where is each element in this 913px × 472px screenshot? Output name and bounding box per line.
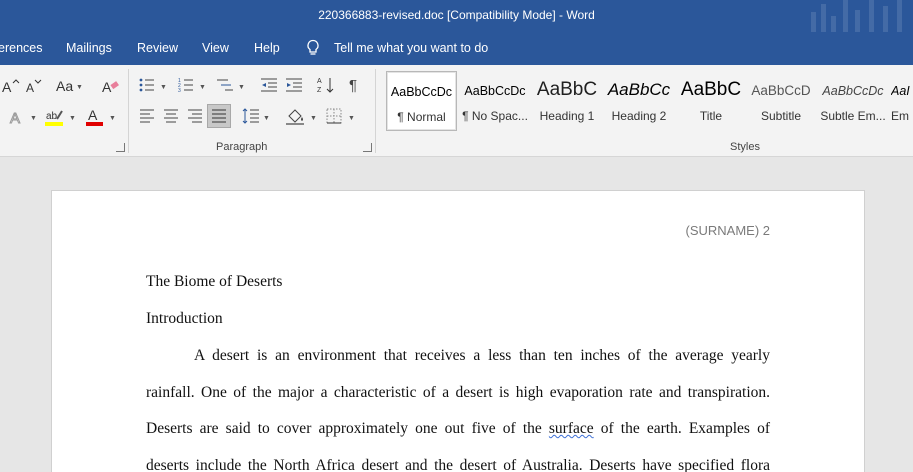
align-center-icon[interactable]: [163, 109, 179, 123]
body-text: of the earth. Examples of: [600, 420, 770, 437]
body-text: Deserts are said to cover approximately …: [146, 420, 542, 437]
style-name: Subtitle: [760, 109, 802, 123]
style-sample: AaBbCcD: [751, 83, 811, 98]
shrink-font-icon[interactable]: A: [26, 78, 42, 94]
ribbon: A A Aa ▼ A A ▼ ab ▼ A ▼ ▼ 1 2 3 ▼ ▼ A Z …: [0, 65, 913, 157]
style-normal[interactable]: AaBbCcDc ¶ Normal: [386, 71, 457, 131]
paragraph-dialog-launcher-icon[interactable]: [363, 143, 372, 152]
style-heading-2[interactable]: AaBbCc Heading 2: [603, 71, 675, 131]
chevron-down-icon[interactable]: ▼: [199, 84, 206, 91]
section-heading[interactable]: Introduction: [146, 310, 223, 328]
group-separator: [128, 69, 129, 153]
svg-text:A: A: [26, 81, 34, 94]
spelling-error-word[interactable]: surface: [549, 420, 594, 437]
styles-gallery: AaBbCcDc ¶ Normal AaBbCcDc ¶ No Spac... …: [384, 71, 913, 131]
chevron-down-icon[interactable]: ▼: [348, 115, 355, 122]
shading-icon[interactable]: [286, 107, 306, 125]
font-color-icon[interactable]: A: [86, 107, 104, 127]
show-formatting-marks-icon[interactable]: ¶: [349, 77, 357, 94]
chevron-down-icon[interactable]: ▼: [263, 115, 270, 122]
svg-text:A: A: [2, 79, 12, 94]
group-separator: [375, 69, 376, 153]
increase-indent-icon[interactable]: [285, 77, 303, 93]
style-subtle-emphasis[interactable]: AaBbCcDc Subtle Em...: [817, 71, 889, 131]
chevron-down-icon[interactable]: ▼: [69, 115, 76, 122]
svg-text:A: A: [317, 78, 322, 85]
style-name: Em: [891, 109, 909, 123]
style-title[interactable]: AaBbC Title: [675, 71, 747, 131]
tab-references[interactable]: erences: [0, 41, 42, 55]
document-title[interactable]: The Biome of Deserts: [146, 273, 282, 291]
styles-group-label: Styles: [730, 141, 760, 153]
chevron-down-icon[interactable]: ▼: [109, 115, 116, 122]
title-bar-decoration: [803, 0, 913, 32]
sort-icon[interactable]: AZ: [317, 76, 335, 94]
chevron-down-icon[interactable]: ▼: [238, 84, 245, 91]
style-name: ¶ No Spac...: [462, 109, 528, 123]
change-case-icon[interactable]: Aa: [56, 78, 73, 94]
tab-mailings[interactable]: Mailings: [66, 41, 112, 55]
body-line[interactable]: Deserts are said to cover approximately …: [146, 420, 770, 438]
style-sample: AaBbCcDc: [464, 84, 526, 98]
style-sample: AaBbCcDc: [390, 85, 453, 99]
font-dialog-launcher-icon[interactable]: [116, 143, 125, 152]
grow-font-icon[interactable]: A: [2, 78, 20, 94]
svg-text:3: 3: [178, 88, 181, 93]
window-title: 220366883-revised.doc [Compatibility Mod…: [318, 8, 595, 22]
highlighter-icon[interactable]: ab: [45, 107, 65, 127]
tab-view[interactable]: View: [202, 41, 229, 55]
line-spacing-icon[interactable]: [242, 108, 260, 124]
numbering-icon[interactable]: 123: [178, 77, 194, 93]
style-subtitle[interactable]: AaBbCcD Subtitle: [747, 71, 815, 131]
bullets-icon[interactable]: [139, 77, 155, 93]
style-emphasis[interactable]: AaI Em: [891, 71, 913, 131]
svg-text:A: A: [10, 110, 20, 126]
svg-text:ab: ab: [46, 111, 58, 122]
style-name: Heading 1: [539, 109, 595, 123]
body-line[interactable]: A desert is an environment that receives…: [146, 347, 770, 365]
align-right-icon[interactable]: [187, 109, 203, 123]
chevron-down-icon[interactable]: ▼: [310, 115, 317, 122]
svg-text:Z: Z: [317, 87, 322, 94]
style-sample: AaI: [891, 84, 910, 98]
chevron-down-icon[interactable]: ▼: [160, 84, 167, 91]
body-line[interactable]: deserts include the North Africa desert …: [146, 457, 770, 472]
lightbulb-icon[interactable]: [306, 39, 320, 57]
multilevel-list-icon[interactable]: [216, 77, 234, 93]
style-no-spacing[interactable]: AaBbCcDc ¶ No Spac...: [459, 71, 531, 131]
document-canvas[interactable]: (SURNAME) 2 The Biome of Deserts Introdu…: [0, 158, 913, 472]
style-sample: AaBbCcDc: [822, 84, 884, 98]
justify-icon: [212, 109, 226, 123]
text-effects-icon[interactable]: A: [8, 108, 26, 127]
title-bar: 220366883-revised.doc [Compatibility Mod…: [0, 0, 913, 32]
style-name: Heading 2: [611, 109, 667, 123]
style-name: ¶ Normal: [397, 110, 446, 124]
document-page[interactable]: (SURNAME) 2 The Biome of Deserts Introdu…: [51, 190, 865, 472]
decrease-indent-icon[interactable]: [260, 77, 278, 93]
ribbon-tabs: erences Mailings Review View Help Tell m…: [0, 32, 913, 65]
paragraph-group-label: Paragraph: [216, 141, 268, 153]
align-left-icon[interactable]: [139, 109, 155, 123]
tab-review[interactable]: Review: [137, 41, 178, 55]
style-sample: AaBbCc: [607, 80, 671, 99]
tell-me-search[interactable]: Tell me what you want to do: [334, 41, 488, 55]
page-header[interactable]: (SURNAME) 2: [685, 223, 770, 238]
body-line[interactable]: rainfall. One of the major a characteris…: [146, 384, 770, 402]
chevron-down-icon[interactable]: ▼: [76, 84, 83, 91]
borders-icon[interactable]: [326, 108, 342, 124]
style-sample: AaBbC: [536, 79, 598, 100]
style-name: Title: [699, 109, 723, 123]
clear-formatting-icon[interactable]: A: [102, 77, 120, 95]
chevron-down-icon[interactable]: ▼: [30, 115, 37, 122]
svg-text:A: A: [88, 107, 98, 123]
style-name: Subtle Em...: [820, 109, 886, 123]
tab-help[interactable]: Help: [254, 41, 280, 55]
style-heading-1[interactable]: AaBbC Heading 1: [531, 71, 603, 131]
style-sample: AaBbC: [680, 79, 742, 100]
svg-text:A: A: [102, 79, 112, 95]
justify-button[interactable]: [207, 104, 231, 128]
